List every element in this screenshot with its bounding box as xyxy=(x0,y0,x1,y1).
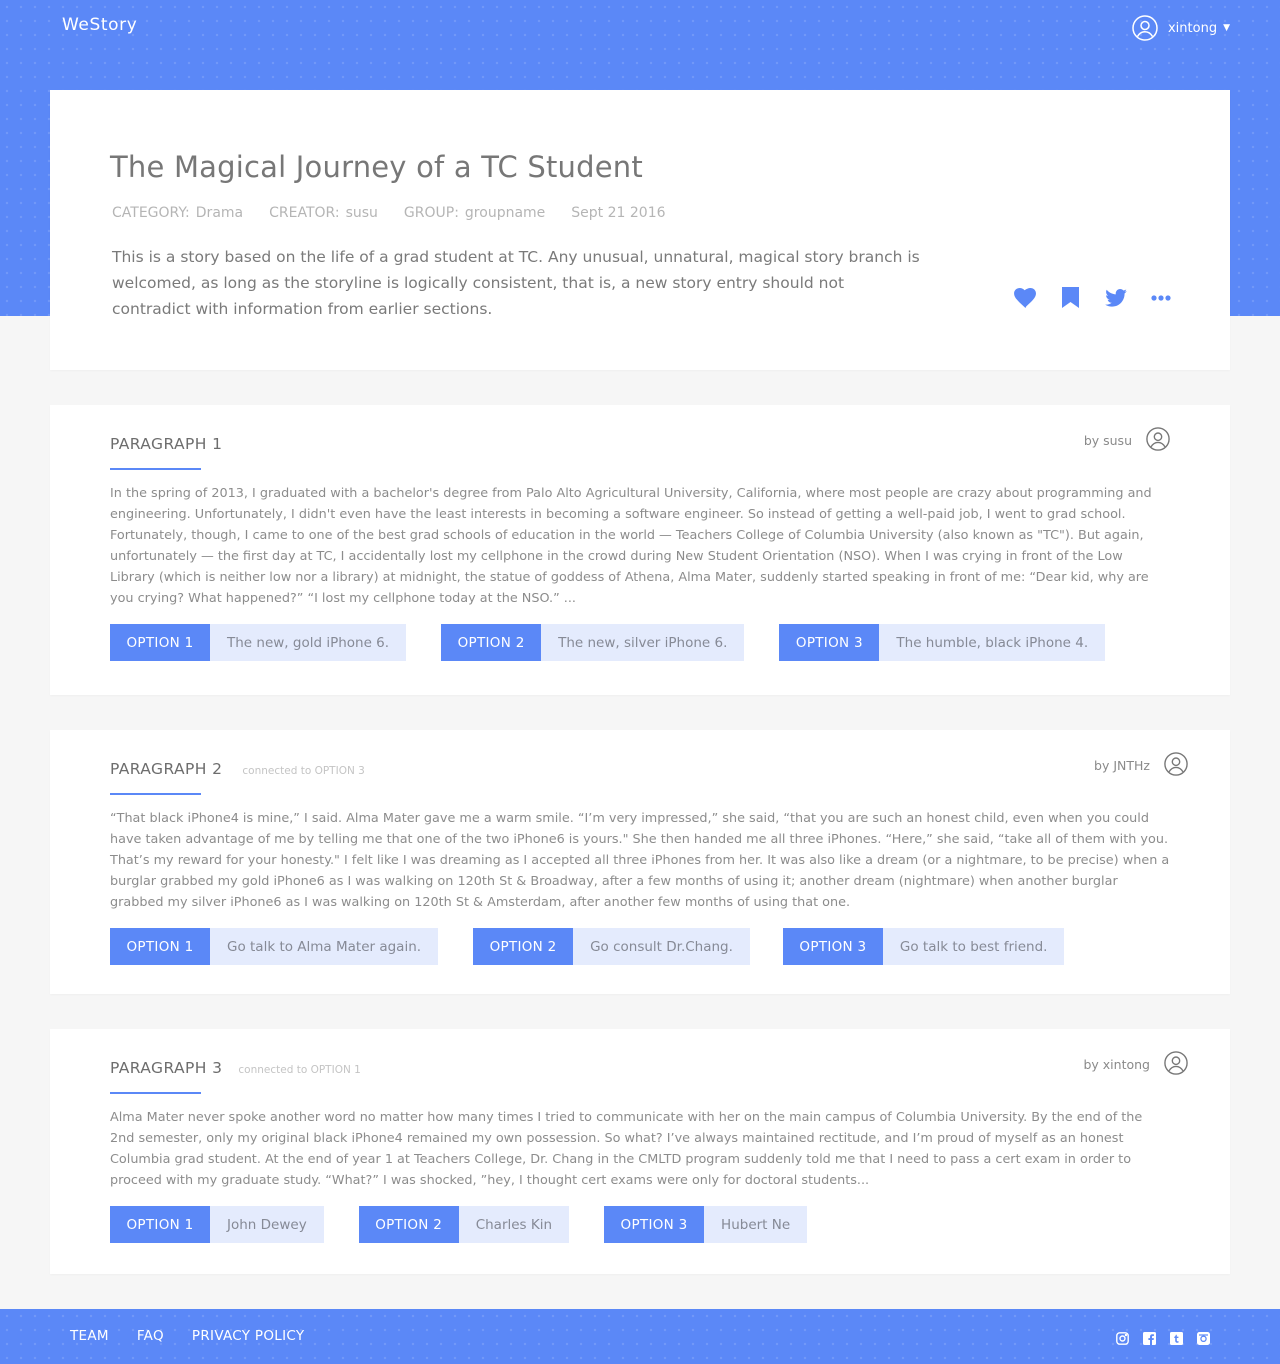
chevron-down-icon: ▼ xyxy=(1223,23,1230,33)
option-button[interactable]: OPTION 3 Go talk to best friend. xyxy=(782,928,1065,965)
option-text: Go talk to Alma Mater again. xyxy=(210,928,439,965)
more-icon[interactable] xyxy=(1149,286,1172,309)
story-actions xyxy=(1014,286,1172,309)
bookmark-icon[interactable] xyxy=(1059,286,1082,309)
paragraph-card: PARAGRAPH 3 connected to OPTION 1 by xin… xyxy=(50,1029,1230,1274)
option-text: The humble, black iPhone 4. xyxy=(879,624,1106,661)
option-text: The new, gold iPhone 6. xyxy=(210,624,407,661)
paragraph-text: Alma Mater never spoke another word no m… xyxy=(110,1110,1143,1188)
user-menu[interactable]: xintong ▼ xyxy=(1132,14,1230,42)
meta-creator: CREATOR: susu xyxy=(269,205,378,221)
connected-label[interactable]: connected to OPTION 3 xyxy=(242,765,364,777)
paragraph-title: PARAGRAPH 1 xyxy=(110,435,223,453)
option-tag: OPTION 2 xyxy=(358,1206,459,1243)
option-list: OPTION 1 John Dewey OPTION 2 Charles Kin… xyxy=(110,1206,808,1243)
heart-icon[interactable] xyxy=(1014,286,1037,309)
footer-link-team[interactable]: TEAM xyxy=(70,1328,109,1344)
paragraph-card: PARAGRAPH 2 connected to OPTION 3 by JNT… xyxy=(50,730,1230,994)
footer-nav: TEAM FAQ PRIVACY POLICY xyxy=(70,1328,304,1344)
paragraph-author[interactable]: by susu xyxy=(1084,427,1170,454)
meta-date: Sept 21 2016 xyxy=(571,205,666,221)
user-avatar-icon xyxy=(1164,752,1188,779)
camera-icon[interactable] xyxy=(1197,1330,1210,1345)
title-underline xyxy=(110,1092,201,1094)
user-avatar-icon xyxy=(1164,1051,1188,1078)
meta-creator-value[interactable]: susu xyxy=(346,205,378,221)
option-tag: OPTION 3 xyxy=(779,624,880,661)
meta-group-value[interactable]: groupname xyxy=(465,205,545,221)
story-card: The Magical Journey of a TC Student CATE… xyxy=(50,90,1230,370)
footer-link-faq[interactable]: FAQ xyxy=(137,1328,164,1344)
top-navbar: WeStory xintong ▼ xyxy=(0,0,1280,56)
paragraph-card: PARAGRAPH 1 by susu In the spring of 201… xyxy=(50,405,1230,695)
meta-category-value[interactable]: Drama xyxy=(196,205,243,221)
option-button[interactable]: OPTION 2 Charles Kin xyxy=(358,1206,570,1243)
paragraph-header: PARAGRAPH 2 connected to OPTION 3 xyxy=(110,760,365,778)
user-avatar-icon xyxy=(1132,15,1158,41)
option-button[interactable]: OPTION 2 The new, silver iPhone 6. xyxy=(441,624,745,661)
story-description: This is a story based on the life of a g… xyxy=(112,248,920,318)
connected-label[interactable]: connected to OPTION 1 xyxy=(238,1064,360,1076)
paragraph-title: PARAGRAPH 3 xyxy=(110,1059,223,1077)
paragraph-text: “That black iPhone4 is mine,” I said. Al… xyxy=(110,811,1170,910)
paragraph-title: PARAGRAPH 2 xyxy=(110,760,223,778)
meta-group: GROUP: groupname xyxy=(404,205,545,221)
option-text: John Dewey xyxy=(210,1206,324,1243)
meta-group-label: GROUP: xyxy=(403,205,459,221)
option-tag: OPTION 1 xyxy=(110,1206,210,1243)
paragraph-text: In the spring of 2013, I graduated with … xyxy=(110,486,1152,606)
paragraph-author[interactable]: by JNTHz xyxy=(1094,752,1188,779)
option-list: OPTION 1 Go talk to Alma Mater again. OP… xyxy=(110,928,1065,965)
option-list: OPTION 1 The new, gold iPhone 6. OPTION … xyxy=(110,624,1106,661)
option-text: Go talk to best friend. xyxy=(882,928,1065,965)
user-name: xintong xyxy=(1167,20,1218,36)
option-button[interactable]: OPTION 1 The new, gold iPhone 6. xyxy=(110,624,407,661)
user-avatar-icon xyxy=(1146,427,1170,454)
title-underline xyxy=(110,793,201,795)
tumblr-icon[interactable] xyxy=(1170,1330,1183,1345)
option-tag: OPTION 2 xyxy=(441,624,542,661)
paragraph-header: PARAGRAPH 3 connected to OPTION 1 xyxy=(110,1059,361,1077)
meta-category-label: CATEGORY: xyxy=(112,205,190,221)
twitter-icon[interactable] xyxy=(1104,286,1127,309)
option-tag: OPTION 1 xyxy=(110,624,210,661)
instagram-icon[interactable] xyxy=(1116,1330,1129,1345)
option-tag: OPTION 3 xyxy=(782,928,883,965)
option-tag: OPTION 3 xyxy=(604,1206,705,1243)
meta-category: CATEGORY: Drama xyxy=(112,205,243,221)
story-title: The Magical Journey of a TC Student xyxy=(110,150,643,184)
option-tag: OPTION 1 xyxy=(110,928,210,965)
author-name: by xintong xyxy=(1083,1057,1150,1072)
option-tag: OPTION 2 xyxy=(473,928,574,965)
option-button[interactable]: OPTION 3 Hubert Ne xyxy=(604,1206,808,1243)
option-text: Go consult Dr.Chang. xyxy=(573,928,750,965)
option-button[interactable]: OPTION 1 John Dewey xyxy=(110,1206,324,1243)
author-name: by JNTHz xyxy=(1094,758,1150,773)
option-button[interactable]: OPTION 3 The humble, black iPhone 4. xyxy=(779,624,1106,661)
story-meta: CATEGORY: Drama CREATOR: susu GROUP: groupn… xyxy=(112,205,666,221)
option-text: The new, silver iPhone 6. xyxy=(541,624,745,661)
option-button[interactable]: OPTION 1 Go talk to Alma Mater again. xyxy=(110,928,439,965)
footer-link-privacy[interactable]: PRIVACY POLICY xyxy=(192,1328,305,1344)
paragraph-header: PARAGRAPH 1 xyxy=(110,435,222,453)
social-links xyxy=(1116,1330,1210,1345)
title-underline xyxy=(110,468,201,470)
option-button[interactable]: OPTION 2 Go consult Dr.Chang. xyxy=(473,928,750,965)
facebook-icon[interactable] xyxy=(1143,1330,1156,1345)
meta-creator-label: CREATOR: xyxy=(269,205,340,221)
paragraph-author[interactable]: by xintong xyxy=(1083,1051,1188,1078)
option-text: Charles Kin xyxy=(458,1206,570,1243)
author-name: by susu xyxy=(1083,433,1132,448)
option-text: Hubert Ne xyxy=(704,1206,808,1243)
app-logo[interactable]: WeStory xyxy=(62,15,137,35)
page-footer: TEAM FAQ PRIVACY POLICY xyxy=(0,1309,1280,1364)
